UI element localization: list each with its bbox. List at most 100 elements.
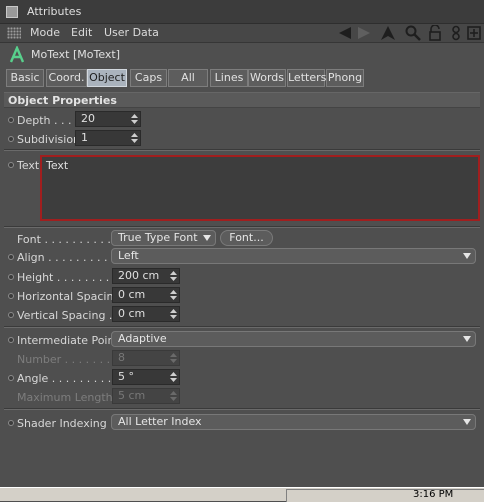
- max-length-label: Maximum Length: [17, 391, 113, 404]
- chevron-down-icon: [463, 336, 471, 342]
- v-spacing-field[interactable]: 0 cm: [112, 306, 180, 322]
- font-label: Font . . . . . . . . . . .: [17, 233, 118, 246]
- subdivision-row: Subdivision 1: [4, 130, 480, 148]
- h-spacing-label: Horizontal Spacing: [17, 290, 121, 303]
- spinner-icon[interactable]: [131, 133, 138, 143]
- max-length-value: 5 cm: [118, 389, 146, 402]
- keyframe-dot[interactable]: [8, 274, 14, 280]
- up-arrow-icon[interactable]: [380, 25, 396, 41]
- subdivision-field[interactable]: 1: [75, 130, 141, 146]
- angle-value: 5 °: [118, 370, 134, 383]
- section-title: Object Properties: [8, 94, 117, 107]
- keyframe-dot[interactable]: [8, 162, 14, 168]
- angle-field[interactable]: 5 °: [112, 369, 180, 385]
- spinner-icon[interactable]: [170, 309, 177, 319]
- tab-letters[interactable]: Letters: [287, 69, 326, 87]
- align-row: Align . . . . . . . . . . . Left: [4, 248, 480, 266]
- intermediate-label: Intermediate Points: [17, 334, 125, 347]
- spinner-icon[interactable]: [170, 372, 177, 382]
- new-panel-icon[interactable]: [466, 25, 482, 41]
- v-spacing-label: Vertical Spacing . .: [17, 309, 120, 322]
- align-label: Align . . . . . . . . . . .: [17, 251, 122, 264]
- max-length-field: 5 cm: [112, 388, 180, 404]
- height-row: Height . . . . . . . . . 200 cm: [4, 268, 480, 286]
- intermediate-row: Intermediate Points Adaptive: [4, 331, 480, 349]
- height-field[interactable]: 200 cm: [112, 268, 180, 284]
- max-length-row: Maximum Length 5 cm: [4, 388, 480, 406]
- keyframe-dot[interactable]: [8, 375, 14, 381]
- menu-user-data[interactable]: User Data: [104, 26, 159, 39]
- keyframe-dot[interactable]: [8, 420, 14, 426]
- text-input[interactable]: Text: [40, 155, 480, 221]
- menu-edit[interactable]: Edit: [71, 26, 92, 39]
- spinner-icon: [170, 391, 177, 401]
- clock: 3:16 PM: [413, 489, 454, 500]
- spinner-icon[interactable]: [131, 114, 138, 124]
- depth-label: Depth . . . .: [17, 114, 79, 127]
- forward-arrow-icon[interactable]: [356, 25, 372, 41]
- grip-icon[interactable]: [7, 27, 21, 39]
- depth-field[interactable]: 20: [75, 111, 141, 127]
- search-icon[interactable]: [405, 25, 421, 41]
- h-spacing-field[interactable]: 0 cm: [112, 287, 180, 303]
- text-value: Text: [46, 159, 69, 172]
- keyframe-dot[interactable]: [8, 312, 14, 318]
- angle-row: Angle . . . . . . . . . . 5 °: [4, 369, 480, 387]
- number-value: 8: [118, 351, 125, 364]
- tab-coord[interactable]: Coord.: [46, 69, 87, 87]
- window-icon: [6, 6, 18, 18]
- window-title: Attributes: [27, 5, 82, 18]
- tab-caps[interactable]: Caps: [130, 69, 167, 87]
- shader-indexing-dropdown[interactable]: All Letter Index: [111, 414, 476, 430]
- menu-bar: Mode Edit User Data: [0, 24, 484, 43]
- chevron-down-icon: [203, 235, 211, 241]
- section-header[interactable]: Object Properties: [4, 92, 480, 108]
- h-spacing-value: 0 cm: [118, 288, 146, 301]
- keyframe-dot[interactable]: [8, 254, 14, 260]
- tab-lines[interactable]: Lines: [210, 69, 248, 87]
- tab-words[interactable]: Words: [248, 69, 286, 87]
- number-row: Number . . . . . . . . . 8: [4, 350, 480, 368]
- spinner-icon[interactable]: [170, 290, 177, 300]
- shader-indexing-label: Shader Indexing . .: [17, 417, 121, 430]
- menu-mode[interactable]: Mode: [30, 26, 60, 39]
- chevron-down-icon: [463, 419, 471, 425]
- motext-icon: [9, 44, 25, 67]
- chevron-down-icon: [463, 253, 471, 259]
- tab-phong[interactable]: Phong: [326, 69, 364, 87]
- text-label: Text: [17, 159, 40, 172]
- subdivision-label: Subdivision: [17, 133, 81, 146]
- divider: [4, 226, 480, 228]
- v-spacing-row: Vertical Spacing . . 0 cm: [4, 306, 480, 324]
- back-arrow-icon[interactable]: [337, 25, 353, 41]
- number-field: 8: [112, 350, 180, 366]
- intermediate-dropdown[interactable]: Adaptive: [111, 331, 476, 347]
- align-dropdown[interactable]: Left: [111, 248, 476, 264]
- subdivision-value: 1: [81, 131, 88, 144]
- spinner-icon[interactable]: [170, 271, 177, 281]
- divider: [4, 326, 480, 328]
- font-row: Font . . . . . . . . . . . True Type Fon…: [4, 230, 480, 248]
- divider: [4, 149, 480, 151]
- tab-object[interactable]: Object: [87, 69, 127, 87]
- object-name: MoText [MoText]: [31, 48, 121, 61]
- angle-label: Angle . . . . . . . . . .: [17, 372, 119, 385]
- height-label: Height . . . . . . . . .: [17, 271, 117, 284]
- title-bar: Attributes: [0, 0, 484, 24]
- font-button[interactable]: Font...: [220, 230, 273, 246]
- divider: [4, 408, 480, 410]
- lock-icon[interactable]: [427, 25, 443, 41]
- keyframe-dot[interactable]: [8, 293, 14, 299]
- tab-all[interactable]: All: [168, 69, 208, 87]
- tab-basic[interactable]: Basic: [6, 69, 44, 87]
- keyframe-dot[interactable]: [8, 337, 14, 343]
- spinner-icon: [170, 353, 177, 363]
- keyframe-dot[interactable]: [8, 117, 14, 123]
- font-type-dropdown[interactable]: True Type Font: [111, 230, 216, 246]
- number-label: Number . . . . . . . . .: [17, 353, 125, 366]
- object-header: MoText [MoText]: [0, 43, 484, 67]
- link-icon[interactable]: [448, 25, 464, 41]
- keyframe-dot[interactable]: [8, 136, 14, 142]
- system-tray: 3:16 PM: [286, 489, 484, 502]
- shader-indexing-value: All Letter Index: [118, 415, 202, 428]
